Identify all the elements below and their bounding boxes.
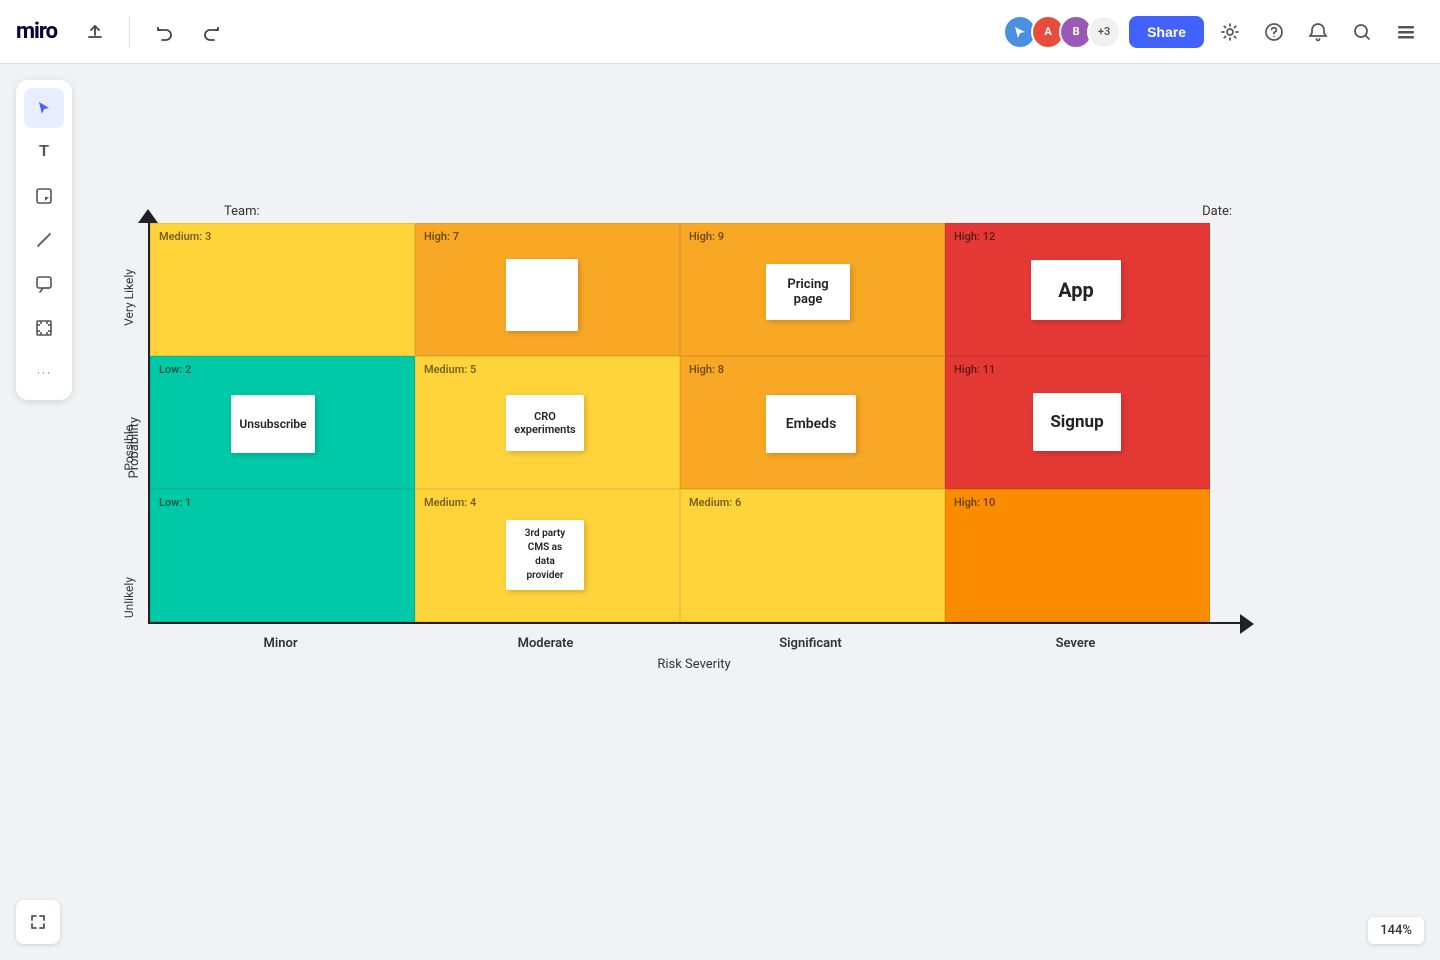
line-tool[interactable] xyxy=(24,220,64,260)
comment-tool[interactable] xyxy=(24,264,64,304)
topbar-right: A B +3 Share xyxy=(1003,14,1424,50)
sidebar: T ··· xyxy=(16,80,72,400)
customize-button[interactable] xyxy=(1212,14,1248,50)
expand-button[interactable] xyxy=(16,900,60,944)
team-label: Team: xyxy=(224,204,260,219)
redo-button[interactable] xyxy=(194,14,230,50)
sticky-embeds[interactable]: Embeds xyxy=(766,395,856,453)
cell-r3c2: Medium: 4 3rd partyCMS asdataprovider xyxy=(415,489,680,622)
cell-r2c1: Low: 2 Unsubscribe xyxy=(150,356,415,489)
cell-r1c3: High: 9 Pricingpage xyxy=(680,223,945,356)
row-label-very-likely: Very Likely xyxy=(122,269,136,326)
more-tools[interactable]: ··· xyxy=(24,352,64,392)
board-list-button[interactable] xyxy=(1388,14,1424,50)
cell-r1c1: Medium: 3 xyxy=(150,223,415,356)
text-tool[interactable]: T xyxy=(24,132,64,172)
cell-r3c4-label: High: 10 xyxy=(954,496,995,509)
cell-r2c3: High: 8 Embeds xyxy=(680,356,945,489)
avatar-group: A B +3 xyxy=(1003,15,1121,49)
cell-r2c2-label: Medium: 5 xyxy=(424,363,476,376)
upload-button[interactable] xyxy=(77,14,113,50)
sticky-signup[interactable]: Signup xyxy=(1033,393,1121,451)
cell-r1c2-label: High: 7 xyxy=(424,230,459,243)
cell-r1c2: High: 7 xyxy=(415,223,680,356)
matrix-grid: Medium: 3 High: 7 High: 9 Pricingpage Hi xyxy=(148,223,1240,624)
miro-logo: miro xyxy=(16,19,57,44)
cell-r2c4-label: High: 11 xyxy=(954,363,995,376)
matrix-container: Probability Very Likely Possible Unlikel… xyxy=(120,223,1240,672)
sticky-pricing-page[interactable]: Pricingpage xyxy=(766,264,850,320)
x-label-moderate: Moderate xyxy=(413,636,678,651)
cell-r1c3-label: High: 9 xyxy=(689,230,724,243)
cell-r3c4: High: 10 xyxy=(945,489,1210,622)
x-axis-title: Risk Severity xyxy=(148,657,1240,672)
topbar: miro A B +3 Share xyxy=(0,0,1440,64)
sticky-r1c2[interactable] xyxy=(506,259,578,331)
row-label-unlikely: Unlikely xyxy=(122,577,136,618)
date-label: Date: xyxy=(1202,204,1232,219)
zoom-badge: 144% xyxy=(1368,917,1424,944)
cursor-tool[interactable] xyxy=(24,88,64,128)
search-button[interactable] xyxy=(1344,14,1380,50)
topbar-divider xyxy=(129,16,130,48)
sticky-cms[interactable]: 3rd partyCMS asdataprovider xyxy=(506,520,584,590)
cell-r1c4: High: 12 App xyxy=(945,223,1210,356)
x-label-minor: Minor xyxy=(148,636,413,651)
sticky-note-tool[interactable] xyxy=(24,176,64,216)
cell-r3c1: Low: 1 xyxy=(150,489,415,622)
avatar-more[interactable]: +3 xyxy=(1087,15,1121,49)
cell-r2c3-label: High: 8 xyxy=(689,363,724,376)
help-button[interactable] xyxy=(1256,14,1292,50)
share-button[interactable]: Share xyxy=(1129,16,1204,48)
matrix-header: Team: Date: xyxy=(120,204,1240,219)
canvas: Team: Date: Probability Very Likely Poss… xyxy=(0,64,1440,960)
x-axis-labels: Minor Moderate Significant Severe xyxy=(148,636,1240,651)
cell-r1c4-label: High: 12 xyxy=(954,230,995,243)
x-label-severe: Severe xyxy=(943,636,1208,651)
cell-r3c3: Medium: 6 xyxy=(680,489,945,622)
cell-r3c2-label: Medium: 4 xyxy=(424,496,476,509)
matrix-wrapper: Team: Date: Probability Very Likely Poss… xyxy=(120,204,1240,672)
cell-r2c1-label: Low: 2 xyxy=(159,363,191,376)
sticky-cro[interactable]: CROexperiments xyxy=(506,395,584,451)
frame-tool[interactable] xyxy=(24,308,64,348)
x-label-significant: Significant xyxy=(678,636,943,651)
cell-r3c3-label: Medium: 6 xyxy=(689,496,741,509)
cell-r2c2: Medium: 5 CROexperiments xyxy=(415,356,680,489)
undo-button[interactable] xyxy=(146,14,182,50)
sticky-app[interactable]: App xyxy=(1031,260,1121,320)
notifications-button[interactable] xyxy=(1300,14,1336,50)
cell-r1c1-label: Medium: 3 xyxy=(159,230,211,243)
sticky-unsubscribe[interactable]: Unsubscribe xyxy=(231,395,315,453)
cell-r3c1-label: Low: 1 xyxy=(159,496,191,509)
row-label-possible: Possible xyxy=(122,425,136,471)
cell-r2c4: High: 11 Signup xyxy=(945,356,1210,489)
